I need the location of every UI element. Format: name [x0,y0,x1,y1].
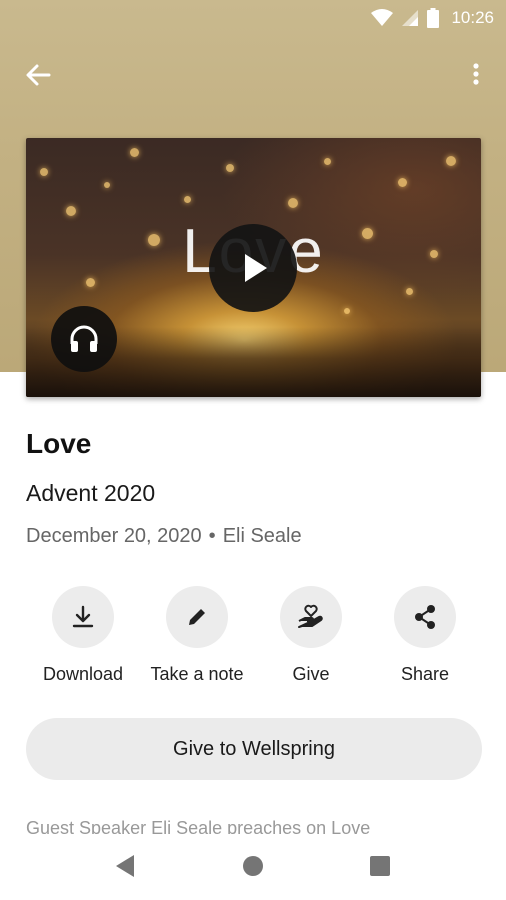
description-text: Guest Speaker Eli Seale preaches on Love [26,820,371,834]
status-bar: 10:26 [0,0,506,36]
sermon-description: Guest Speaker Eli Seale preaches on Love [26,820,482,834]
take-note-action[interactable]: Take a note [140,586,254,685]
back-button[interactable] [22,60,54,90]
sermon-meta: December 20, 2020 • Eli Seale [26,525,302,548]
pencil-icon [189,609,205,625]
arrow-back-icon [26,64,51,86]
download-action[interactable]: Download [26,586,140,685]
more-vert-icon [473,63,479,85]
headphones-icon [70,325,98,352]
download-button[interactable] [52,586,114,648]
more-options-button[interactable] [462,60,490,90]
take-note-label: Take a note [150,664,244,684]
wifi-icon [371,9,394,26]
bokeh-light [324,158,331,165]
share-icon [415,605,435,629]
nav-home-icon[interactable] [243,856,263,876]
action-row: Download Take a note Give Share [26,586,482,696]
battery-icon [427,8,440,28]
bokeh-light [406,288,413,295]
app-bar [0,48,506,100]
bokeh-light [184,196,191,203]
media-artwork: Love [26,138,481,397]
system-nav-bar [0,834,506,900]
audio-only-button[interactable] [51,306,117,372]
play-button[interactable] [209,224,297,312]
take-note-button[interactable] [166,586,228,648]
series-name: Advent 2020 [26,480,156,506]
give-icon-button[interactable] [280,586,342,648]
bokeh-light [288,198,298,208]
signal-icon [402,10,419,26]
give-action[interactable]: Give [254,586,368,685]
bokeh-light [104,182,110,188]
play-icon [245,254,267,282]
nav-recents-icon[interactable] [370,856,390,876]
nav-back-icon [116,855,134,877]
bokeh-light [446,156,456,166]
share-action[interactable]: Share [368,586,482,685]
bokeh-light [344,308,350,314]
sermon-speaker: Eli Seale [222,525,302,547]
bokeh-light [398,178,407,187]
sermon-title: Love [26,428,92,459]
bokeh-light [130,148,139,157]
meta-separator: • [208,525,216,547]
bokeh-light [226,164,234,172]
sermon-date: December 20, 2020 [26,525,202,547]
status-time: 10:26 [451,8,494,27]
bokeh-light [40,168,48,176]
nav-back-button[interactable] [112,852,138,880]
hand-heart-icon [298,604,323,628]
download-label: Download [42,664,124,684]
share-button[interactable] [394,586,456,648]
download-icon [72,605,94,628]
share-label: Share [400,664,450,684]
bokeh-light [66,206,76,216]
give-to-wellspring-button[interactable]: Give to Wellspring [26,718,482,780]
give-label: Give [292,664,330,684]
